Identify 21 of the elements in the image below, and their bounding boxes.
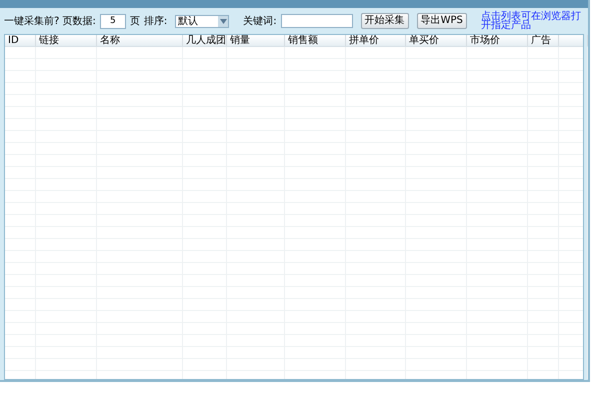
caret-icon [220,18,227,24]
column-header[interactable]: 单买价 [406,35,467,46]
sort-dropdown[interactable]: 默认 [175,14,230,28]
column-header[interactable]: 链接 [36,35,97,46]
column-header[interactable]: 广告 [528,35,559,46]
toolbar-button[interactable]: 开始采集 [360,13,409,29]
keyword-field[interactable] [280,14,353,28]
column-header[interactable]: 几人成团 [183,35,227,46]
pages-unit: 页 [130,15,140,28]
column-header[interactable]: 销量 [227,35,285,46]
hint-link[interactable]: 点击列表可在浏览器打开指定产品 [480,12,583,30]
toolbar-button[interactable]: 导出WPS [416,13,467,29]
column-header[interactable]: 名称 [97,35,183,46]
keyword-label: 关键词: [243,14,277,28]
pages-field[interactable]: 5 [100,14,126,28]
sort-label: 排序: [144,14,168,28]
column-header[interactable]: 拼单价 [346,35,406,46]
column-header[interactable]: 市场价 [467,35,528,46]
column-header[interactable]: 销售额 [285,35,346,46]
column-header[interactable]: ID [5,35,36,46]
pages-label: 一键采集前? 页数据: [4,14,96,28]
